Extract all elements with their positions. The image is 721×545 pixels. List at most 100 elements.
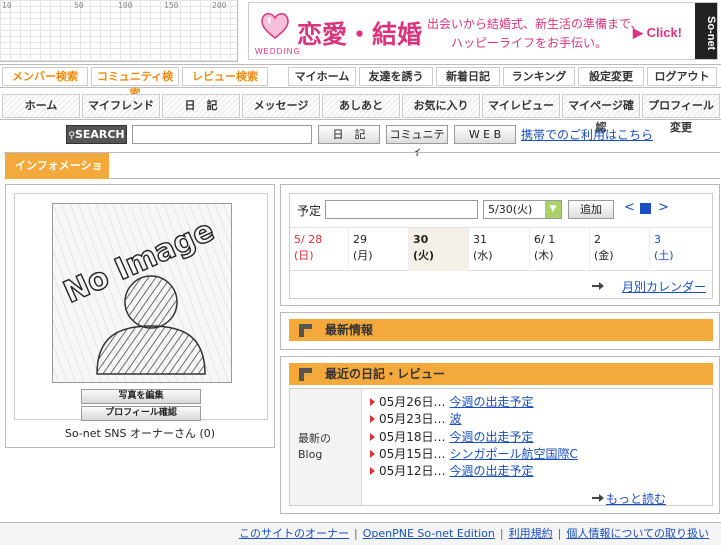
calendar-day[interactable]: 29 (月) [349, 228, 409, 271]
search-diary-button[interactable]: 日 記 [318, 125, 380, 144]
bullet-icon [370, 450, 375, 458]
recent-diary-box: 最近の日記・レビュー 最新の Blog 05月26日… 今週の出走予定 05月23… [280, 356, 720, 514]
schedule-label: 予定 [297, 204, 322, 218]
latest-info-header: 最新情報 [289, 319, 713, 341]
search-community-button[interactable]: コミュニティ [386, 125, 448, 158]
chevron-down-icon: ▼ [545, 201, 561, 218]
day-date: 29 [353, 233, 367, 246]
day-date: 30 [413, 233, 429, 246]
list-item: 05月18日… 今週の出走予定 [370, 428, 534, 444]
calendar-day[interactable]: 6/ 1 (木) [530, 228, 590, 271]
footer-owner-link[interactable]: このサイトのオーナー [239, 527, 349, 540]
bullet-icon [370, 415, 375, 423]
photo-frame: No Image 写真を編集 プロフィール確認 [14, 193, 268, 421]
ruler-label: 10 [2, 1, 12, 10]
footer-edition-link[interactable]: OpenPNE So-net Edition [363, 527, 495, 540]
latest-info-title: 最新情報 [325, 323, 374, 337]
entry-date: 05月23日… [379, 412, 446, 426]
recent-diary-body: 最新の Blog 05月26日… 今週の出走予定 05月23日… 波 05月18日…… [289, 388, 713, 506]
global-nav: メンバー検索 コミュニティ検索 レビュー検索 マイホーム 友達を誘う 新着日記 … [0, 64, 721, 100]
sonet-logo: So-net [695, 3, 717, 59]
recent-diary-header: 最近の日記・レビュー [289, 363, 713, 385]
week-calendar: 5/ 28 (日) 29 (月) 30 (火) 31 (水) 6/ 1 (木) … [290, 227, 712, 271]
list-item: 05月12日… 今週の出走予定 [370, 462, 534, 478]
community-search-button[interactable]: コミュニティ検索 [91, 67, 179, 100]
ad-title: 恋愛・結婚 [297, 20, 423, 49]
day-dow: (木) [534, 249, 554, 262]
entry-date: 05月18日… [379, 430, 446, 444]
nav-diary[interactable]: 日 記 [162, 94, 240, 118]
list-item: 05月23日… 波 [370, 410, 462, 426]
footer-separator: | [353, 527, 358, 540]
next-week-link[interactable]: > [658, 200, 669, 215]
search-bar: ⚲SEARCH 日 記 コミュニティ W E B 携帯でのご利用はこちら [0, 124, 721, 158]
settings-button[interactable]: 設定変更 [578, 67, 644, 86]
footer-privacy-link[interactable]: 個人情報についての取り扱い [566, 527, 709, 540]
entry-link[interactable]: シンガポール航空国際C [450, 447, 578, 461]
nav-my-review[interactable]: マイレビュー [482, 94, 560, 118]
personal-nav: ホーム マイフレンド 日 記 メッセージ あしあと お気に入り マイレビュー マ… [0, 92, 721, 134]
calendar-day-today[interactable]: 30 (火) [409, 228, 469, 271]
search-button[interactable]: ⚲SEARCH [66, 125, 127, 144]
monthly-calendar-link[interactable]: 月別カレンダー [622, 278, 706, 295]
list-item: 05月15日… シンガポール航空国際C [370, 445, 578, 461]
ad-click-link[interactable]: ▶ Click! [633, 25, 682, 41]
no-image-placeholder: No Image [52, 203, 232, 383]
bullet-icon [370, 467, 375, 475]
search-icon: ⚲ [68, 131, 75, 141]
ranking-button[interactable]: ランキング [503, 67, 575, 86]
calendar-day[interactable]: 5/ 28 (日) [290, 228, 349, 271]
nav-profile-edit[interactable]: プロフィール変更 [642, 94, 720, 134]
search-web-button[interactable]: W E B [454, 125, 516, 144]
invite-friends-button[interactable]: 友達を誘う [359, 67, 433, 86]
member-search-button[interactable]: メンバー検索 [2, 67, 88, 86]
entry-date: 05月26日… [379, 395, 446, 409]
my-home-button[interactable]: マイホーム [288, 67, 356, 86]
logout-button[interactable]: ログアウト [647, 67, 717, 86]
profile-check-button[interactable]: プロフィール確認 [81, 406, 201, 421]
search-input[interactable] [132, 125, 312, 144]
day-date: 3 [654, 233, 661, 246]
owner-name: So-net SNS オーナーさん (0) [64, 427, 216, 440]
day-dow: (日) [294, 249, 314, 262]
day-date: 31 [473, 233, 487, 246]
entry-link[interactable]: 今週の出走予定 [450, 464, 534, 478]
entry-link[interactable]: 今週の出走予定 [450, 430, 534, 444]
calendar-day[interactable]: 31 (水) [469, 228, 530, 271]
nav-mypage-check[interactable]: マイページ確認 [562, 94, 640, 134]
schedule-add-button[interactable]: 追加 [568, 200, 614, 219]
review-search-button[interactable]: レビュー検索 [182, 67, 268, 86]
new-diary-button[interactable]: 新着日記 [436, 67, 500, 86]
tab-information[interactable]: インフォメーション [5, 153, 109, 198]
nav-my-friends[interactable]: マイフレンド [82, 94, 160, 118]
read-more-link[interactable]: もっと読む [606, 490, 666, 507]
section-icon [299, 368, 312, 381]
nav-favorites[interactable]: お気に入り [402, 94, 480, 118]
ruler-label: 200 [212, 1, 227, 10]
nav-footprints[interactable]: あしあと [322, 94, 400, 118]
mobile-usage-link[interactable]: 携帯でのご利用はこちら [521, 126, 653, 143]
latest-info-box: 最新情報 [280, 312, 720, 350]
recent-diary-title: 最近の日記・レビュー [325, 367, 446, 381]
entry-link[interactable]: 波 [450, 412, 462, 426]
info-bar: インフォメーション [4, 152, 720, 198]
edit-photo-button[interactable]: 写真を編集 [81, 389, 201, 404]
day-dow: (火) [413, 249, 435, 262]
footer-terms-link[interactable]: 利用規約 [509, 527, 553, 540]
current-week-icon[interactable] [640, 203, 651, 214]
schedule-panel: 予定 5/30(火) ▼ 追加 < > 5/ 28 (日) 29 (月) 30 … [289, 193, 713, 299]
entry-date: 05月12日… [379, 464, 446, 478]
ad-copy-line2: ハッピーライフをお手伝い。 [451, 36, 608, 50]
schedule-input[interactable] [325, 200, 478, 219]
calendar-day[interactable]: 2 (金) [590, 228, 650, 271]
prev-week-link[interactable]: < [624, 200, 635, 215]
calendar-day[interactable]: 3 (土) [650, 228, 712, 271]
schedule-date-select[interactable]: 5/30(火) ▼ [483, 200, 562, 219]
wedding-ad-banner[interactable]: WEDDING 恋愛・結婚 出会いから結婚式、新生活の準備まで、 ハッピーライフ… [248, 2, 718, 60]
schedule-box: 予定 5/30(火) ▼ 追加 < > 5/ 28 (日) 29 (月) 30 … [280, 184, 720, 306]
nav-home[interactable]: ホーム [2, 94, 80, 118]
no-image-graphic: No Image [53, 204, 231, 382]
entry-link[interactable]: 今週の出走予定 [450, 395, 534, 409]
list-item: 05月26日… 今週の出走予定 [370, 393, 534, 409]
nav-message[interactable]: メッセージ [242, 94, 320, 118]
